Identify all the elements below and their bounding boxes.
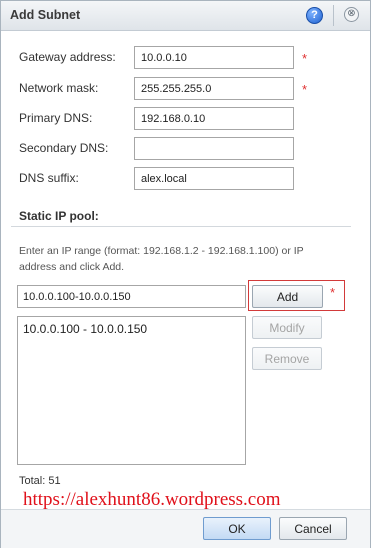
dns-suffix-label: DNS suffix: (19, 171, 79, 185)
watermark-url: https://alexhunt86.wordpress.com (23, 489, 281, 510)
secondary-dns-label: Secondary DNS: (19, 141, 109, 155)
ip-range-input[interactable] (17, 285, 246, 308)
add-required-marker: * (330, 285, 336, 300)
title-bar: Add Subnet ? ⊗ (1, 1, 370, 31)
close-icon[interactable]: ⊗ (344, 7, 359, 22)
netmask-label: Network mask: (19, 81, 99, 95)
remove-range-button[interactable]: Remove (252, 347, 322, 370)
ip-range-hint: Enter an IP range (format: 192.168.1.2 -… (19, 245, 304, 273)
network-mask-input[interactable] (134, 77, 294, 100)
list-item[interactable]: 10.0.0.100 - 10.0.0.150 (23, 322, 147, 336)
section-divider (11, 226, 351, 227)
cancel-button[interactable]: Cancel (279, 517, 347, 540)
gateway-label: Gateway address: (19, 50, 116, 64)
secondary-dns-input[interactable] (134, 137, 294, 160)
dialog-title: Add Subnet (10, 8, 81, 22)
primary-dns-label: Primary DNS: (19, 111, 93, 125)
add-range-button[interactable]: Add (252, 285, 323, 308)
primary-dns-input[interactable] (134, 107, 294, 130)
netmask-required-marker: * (302, 82, 308, 97)
gateway-address-input[interactable] (134, 46, 294, 69)
modify-range-button[interactable]: Modify (252, 316, 322, 339)
total-addresses: Total: 51 (19, 475, 61, 487)
static-ip-pool-heading: Static IP pool: (19, 209, 99, 223)
dns-suffix-input[interactable] (134, 167, 294, 190)
help-icon[interactable]: ? (306, 7, 323, 24)
gateway-required-marker: * (302, 51, 308, 66)
title-bar-divider (333, 5, 334, 26)
ip-range-list[interactable]: 10.0.0.100 - 10.0.0.150 (17, 316, 246, 465)
ok-button[interactable]: OK (203, 517, 271, 540)
add-subnet-dialog: Add Subnet ? ⊗ Gateway address: * Networ… (0, 0, 371, 548)
